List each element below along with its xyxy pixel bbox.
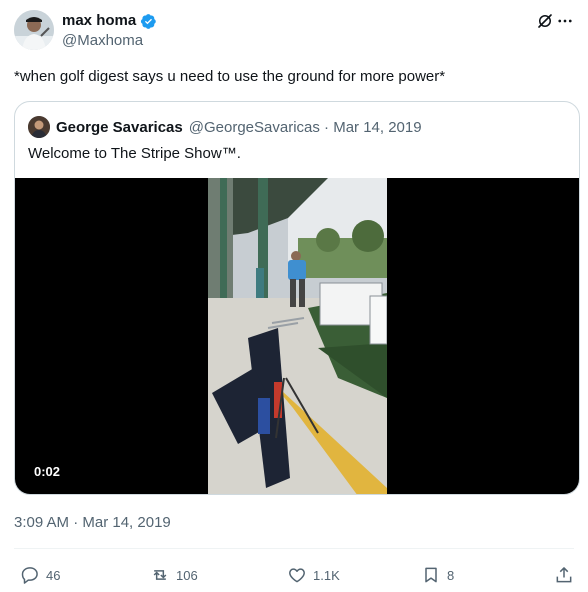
share-button[interactable] [554,562,574,588]
quoted-tweet-text: Welcome to The Stripe Show™. [28,145,241,162]
quoted-tweet-header: George Savaricas @GeorgeSavaricas · Mar … [28,115,422,139]
verified-badge-icon [141,13,156,29]
share-icon [556,567,572,583]
avatar[interactable] [14,10,54,50]
reply-count: 46 [46,567,61,583]
action-bar: 46 106 1.1K 8 [0,562,588,588]
like-icon [289,568,305,583]
more-icon[interactable] [556,12,574,30]
tweet-text: *when golf digest says u need to use the… [14,68,446,85]
bookmark-count: 8 [447,567,455,583]
repost-icon [153,570,167,580]
reply-button[interactable]: 46 [20,562,60,588]
bookmark-icon [425,567,437,583]
quoted-tweet[interactable]: George Savaricas @GeorgeSavaricas · Mar … [14,101,580,495]
video-duration: 0:02 [28,462,67,482]
author-name-row[interactable]: max homa [62,12,157,30]
author-display-name[interactable]: max homa [62,12,136,30]
repost-button[interactable]: 106 [150,562,198,588]
author-info: max homa @Maxhoma [62,12,157,51]
video-player[interactable]: 0:02 [15,178,579,494]
quoted-avatar [28,116,50,138]
quoted-author-meta: @GeorgeSavaricas · Mar 14, 2019 [188,118,422,136]
like-button[interactable]: 1.1K [287,562,340,588]
tweet-header: max homa @Maxhoma [14,10,574,54]
divider [14,548,574,549]
grok-icon[interactable] [536,12,554,30]
bookmark-button[interactable]: 8 [421,562,454,588]
video-frame [208,178,387,494]
reply-icon [21,567,38,584]
author-handle[interactable]: @Maxhoma [62,31,157,51]
repost-count: 106 [176,567,198,583]
tweet-timestamp[interactable]: 3:09 AM · Mar 14, 2019 [14,513,171,533]
like-count: 1.1K [313,567,340,583]
quoted-author-name: George Savaricas [56,118,183,136]
